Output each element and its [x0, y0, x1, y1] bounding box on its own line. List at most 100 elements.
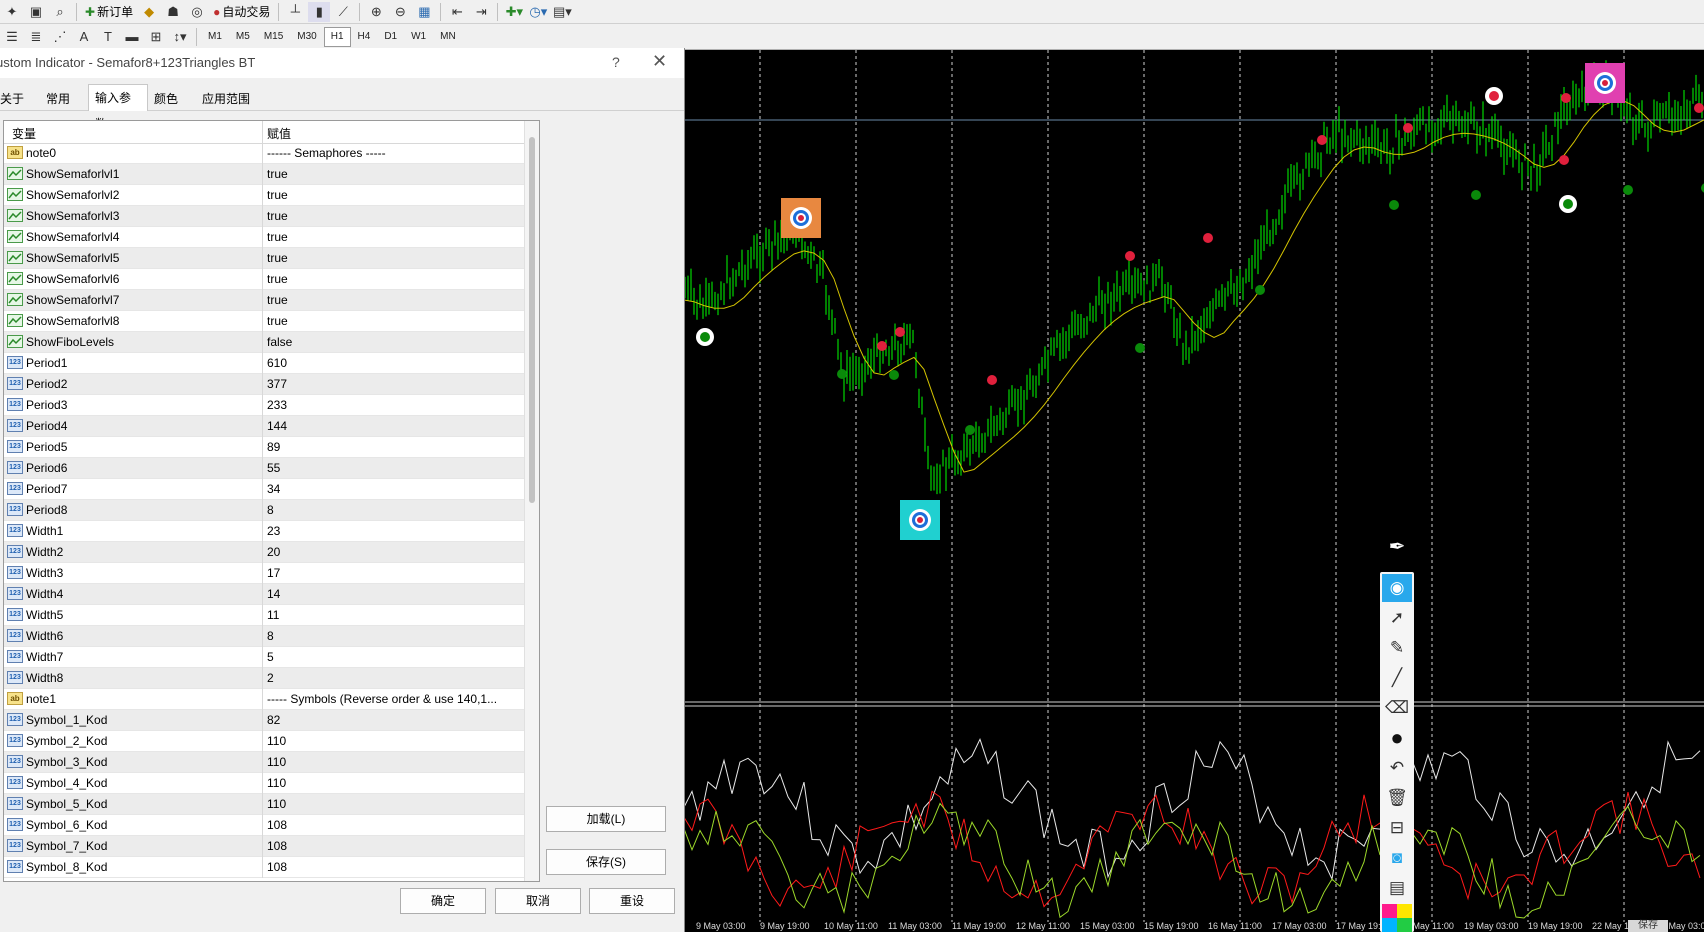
trash-icon[interactable]: 🗑 — [1382, 784, 1412, 812]
param-row-width1[interactable]: 123 Width1 23 — [4, 521, 524, 542]
color-dot-icon[interactable]: ● — [1382, 724, 1412, 752]
ok-button[interactable]: 确定 — [400, 888, 486, 914]
param-value[interactable]: true — [267, 251, 522, 265]
param-value[interactable]: 377 — [267, 377, 522, 391]
param-row-showsemaforlvl4[interactable]: ShowSemaforlvl4 true — [4, 227, 524, 248]
param-row-symbol_1_kod[interactable]: 123 Symbol_1_Kod 82 — [4, 710, 524, 731]
camera-icon[interactable]: ◙ — [1382, 844, 1412, 872]
zoom-in-icon[interactable]: ⊕ — [365, 2, 387, 22]
chart-shift-icon[interactable]: ⇥ — [470, 2, 492, 22]
column-divider[interactable] — [262, 121, 263, 143]
column-header-variable[interactable]: 变量 — [12, 125, 36, 142]
tab-visualization[interactable]: 应用范围 — [196, 88, 256, 110]
param-row-width2[interactable]: 123 Width2 20 — [4, 542, 524, 563]
help-icon[interactable]: ? — [612, 54, 620, 70]
find-icon[interactable]: ⌕ — [49, 2, 71, 22]
board-icon[interactable]: ⊟ — [1382, 814, 1412, 842]
param-value[interactable]: ----- Symbols (Reverse order & use 140,1… — [267, 692, 522, 706]
param-value[interactable]: 11 — [267, 608, 522, 622]
param-row-symbol_2_kod[interactable]: 123 Symbol_2_Kod 110 — [4, 731, 524, 752]
column-header-value[interactable]: 赋值 — [267, 125, 291, 142]
timeframe-m30[interactable]: M30 — [290, 27, 323, 47]
param-value[interactable]: 55 — [267, 461, 522, 475]
param-row-width4[interactable]: 123 Width4 14 — [4, 584, 524, 605]
param-row-period6[interactable]: 123 Period6 55 — [4, 458, 524, 479]
param-value[interactable]: 2 — [267, 671, 522, 685]
param-row-period4[interactable]: 123 Period4 144 — [4, 416, 524, 437]
reset-button[interactable]: 重设 — [589, 888, 675, 914]
param-value[interactable]: 110 — [267, 797, 522, 811]
param-value[interactable]: true — [267, 314, 522, 328]
param-value[interactable]: 110 — [267, 776, 522, 790]
timeframe-w1[interactable]: W1 — [404, 27, 433, 47]
param-row-showfibolevels[interactable]: ShowFiboLevels false — [4, 332, 524, 353]
param-row-showsemaforlvl2[interactable]: ShowSemaforlvl2 true — [4, 185, 524, 206]
param-row-showsemaforlvl7[interactable]: ShowSemaforlvl7 true — [4, 290, 524, 311]
text-label-icon[interactable]: T — [97, 27, 119, 47]
line-icon[interactable]: ╱ — [1382, 664, 1412, 692]
param-value[interactable]: ------ Semaphores ----- — [267, 146, 522, 160]
param-row-width7[interactable]: 123 Width7 5 — [4, 647, 524, 668]
marker-save-button[interactable]: 保存 — [1628, 920, 1668, 932]
scrollbar-thumb[interactable] — [529, 137, 535, 503]
timeframe-m15[interactable]: M15 — [257, 27, 290, 47]
param-value[interactable]: 110 — [267, 755, 522, 769]
chart-canvas[interactable] — [684, 50, 1704, 922]
periods-icon[interactable]: ◷▾ — [527, 2, 549, 22]
grid-scrollbar[interactable] — [524, 121, 539, 881]
tab-about[interactable]: 关于 — [0, 88, 30, 110]
indicators-icon[interactable]: ✚▾ — [503, 2, 525, 22]
param-row-symbol_7_kod[interactable]: 123 Symbol_7_Kod 108 — [4, 836, 524, 857]
signals-icon[interactable]: ◎ — [186, 2, 208, 22]
param-row-width5[interactable]: 123 Width5 11 — [4, 605, 524, 626]
zoom-out-icon[interactable]: ⊖ — [389, 2, 411, 22]
timeframe-m1[interactable]: M1 — [201, 27, 229, 47]
param-value[interactable]: true — [267, 230, 522, 244]
timeframe-d1[interactable]: D1 — [377, 27, 404, 47]
param-row-note0[interactable]: ab note0 ------ Semaphores ----- — [4, 143, 524, 164]
load-button[interactable]: 加载(L) — [546, 806, 666, 832]
param-value[interactable]: 20 — [267, 545, 522, 559]
eye-icon[interactable]: ◉ — [1382, 574, 1412, 602]
param-value[interactable]: 82 — [267, 713, 522, 727]
param-value[interactable]: 8 — [267, 629, 522, 643]
tab-inputs[interactable]: 输入参数 — [88, 84, 148, 131]
fibo-icon[interactable]: ≣ — [25, 27, 47, 47]
gann-grid-icon[interactable]: ⊞ — [145, 27, 167, 47]
palette-icon[interactable] — [1382, 904, 1412, 932]
eraser-icon[interactable]: ⌫ — [1382, 694, 1412, 722]
param-value[interactable]: 34 — [267, 482, 522, 496]
editor-icon[interactable]: ◆ — [138, 2, 160, 22]
param-value[interactable]: 610 — [267, 356, 522, 370]
param-row-width8[interactable]: 123 Width8 2 — [4, 668, 524, 689]
param-value[interactable]: false — [267, 335, 522, 349]
window-icon[interactable]: ▣ — [25, 2, 47, 22]
param-value[interactable]: 110 — [267, 734, 522, 748]
text-icon[interactable]: A — [73, 27, 95, 47]
highlighter-icon[interactable]: ✎ — [1382, 634, 1412, 662]
arrow-shapes-icon[interactable]: ↕▾ — [169, 27, 191, 47]
param-value[interactable]: 23 — [267, 524, 522, 538]
tester-icon[interactable]: ☗ — [162, 2, 184, 22]
tab-common[interactable]: 常用 — [40, 88, 76, 110]
tab-colors[interactable]: 颜色 — [148, 88, 184, 110]
param-value[interactable]: 8 — [267, 503, 522, 517]
timeframe-h1[interactable]: H1 — [323, 26, 351, 47]
param-row-period8[interactable]: 123 Period8 8 — [4, 500, 524, 521]
param-row-symbol_5_kod[interactable]: 123 Symbol_5_Kod 110 — [4, 794, 524, 815]
param-row-width6[interactable]: 123 Width6 8 — [4, 626, 524, 647]
param-row-showsemaforlvl6[interactable]: ShowSemaforlvl6 true — [4, 269, 524, 290]
param-value[interactable]: 89 — [267, 440, 522, 454]
param-row-period5[interactable]: 123 Period5 89 — [4, 437, 524, 458]
param-value[interactable]: 108 — [267, 818, 522, 832]
param-value[interactable]: 144 — [267, 419, 522, 433]
param-value[interactable]: 17 — [267, 566, 522, 580]
undo-icon[interactable]: ↶ — [1382, 754, 1412, 782]
clipboard-icon[interactable]: ▤ — [1382, 874, 1412, 902]
inputs-grid[interactable]: 变量 赋值 ab note0 ------ Semaphores ----- Show… — [3, 120, 540, 882]
hline-icon[interactable]: ☰ — [1, 27, 23, 47]
new-order-button[interactable]: ✚ 新订单 — [82, 2, 136, 22]
tile-windows-icon[interactable]: ▦ — [413, 2, 435, 22]
param-row-symbol_3_kod[interactable]: 123 Symbol_3_Kod 110 — [4, 752, 524, 773]
param-value[interactable]: true — [267, 167, 522, 181]
